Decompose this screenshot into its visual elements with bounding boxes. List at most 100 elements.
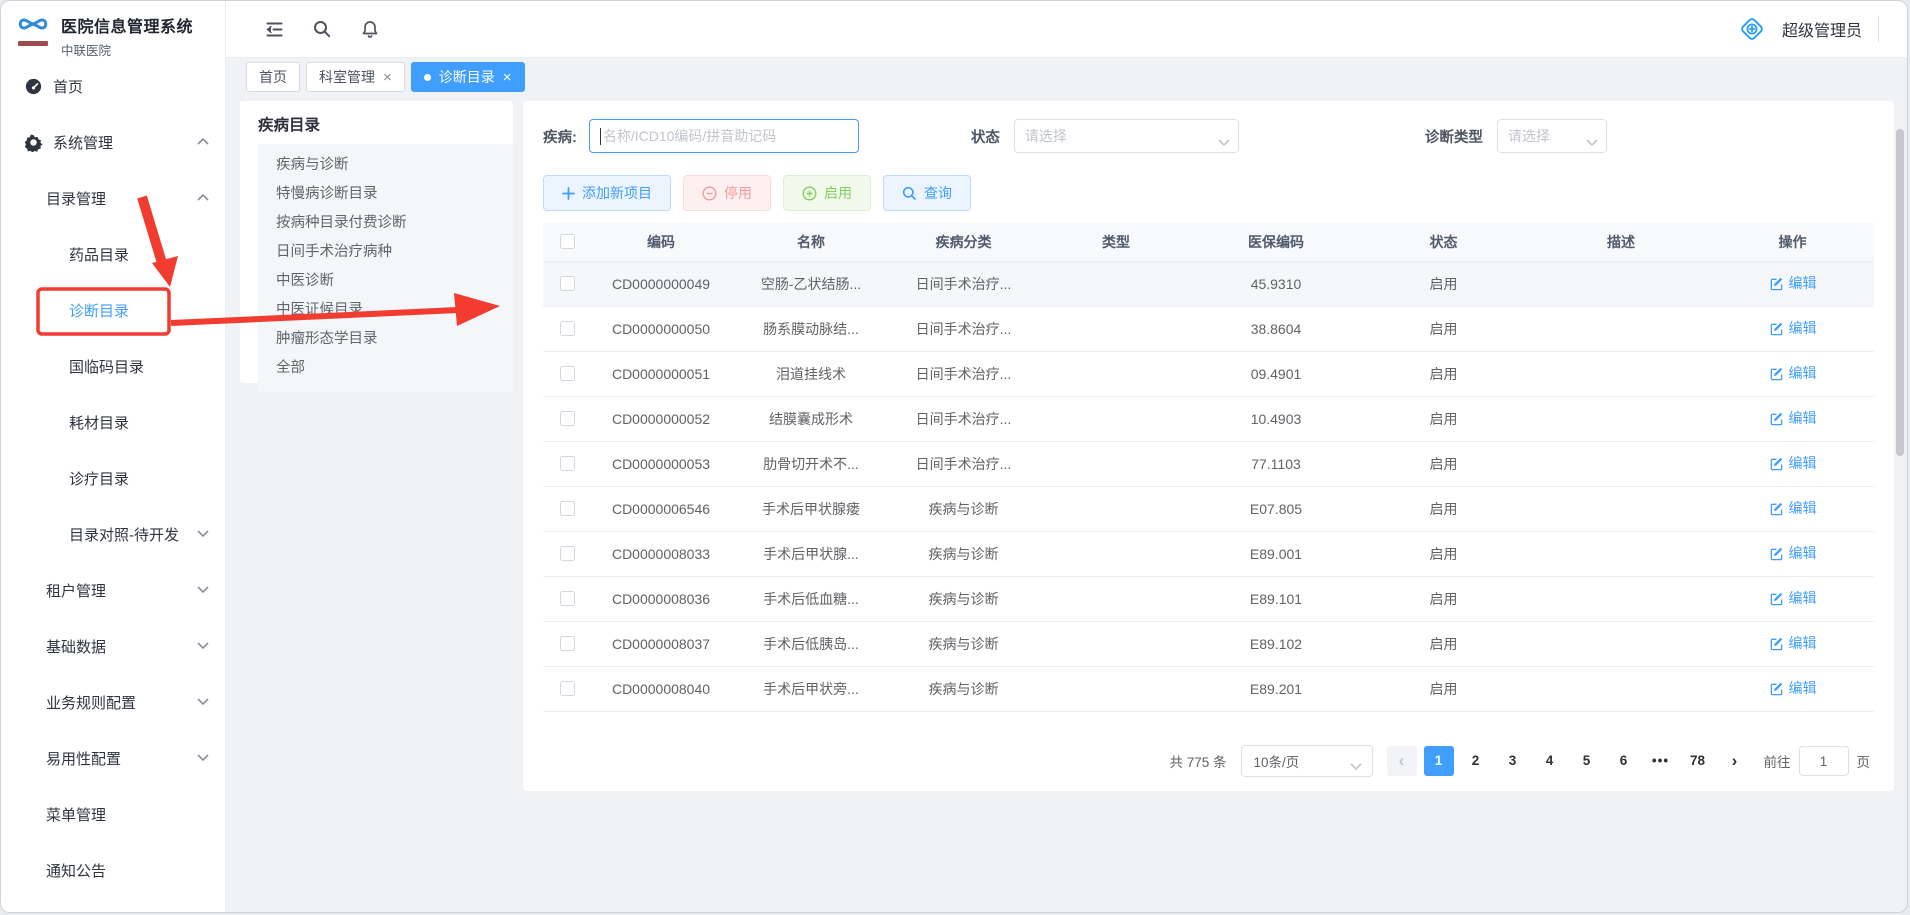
tab-1[interactable]: 科室管理×	[306, 62, 405, 92]
search-icon[interactable]	[302, 9, 342, 49]
sidebar-item-5[interactable]: 国临码目录	[1, 338, 225, 394]
edit-button[interactable]: 编辑	[1769, 543, 1817, 563]
add-item-button[interactable]: 添加新项目	[543, 175, 671, 211]
vertical-scrollbar[interactable]	[1896, 129, 1904, 456]
disease-catalog-panel: 疾病目录 疾病与诊断特慢病诊断目录按病种目录付费诊断日间手术治疗病种中医诊断中医…	[240, 101, 513, 383]
sidebar-item-10[interactable]: 基础数据	[1, 618, 225, 674]
close-icon[interactable]: ×	[383, 70, 392, 85]
sidebar-item-1[interactable]: 系统管理	[1, 114, 225, 170]
sidebar-item-13[interactable]: 菜单管理	[1, 786, 225, 842]
cell-category: 日间手术治疗...	[891, 351, 1036, 396]
sidebar-item-7[interactable]: 诊疗目录	[1, 450, 225, 506]
table-row-6: CD0000008033手术后甲状腺...疾病与诊断E89.001启用编辑	[543, 531, 1874, 576]
sidebar-item-14[interactable]: 通知公告	[1, 842, 225, 898]
more-pages-icon[interactable]: •••	[1646, 746, 1676, 776]
page-button-1[interactable]: 1	[1424, 746, 1454, 776]
diagnosis-table: 编码 名称 疾病分类 类型 医保编码 状态 描述 操作 CD0000000049…	[543, 223, 1874, 712]
page-button-3[interactable]: 3	[1498, 746, 1528, 776]
catalog-item-5[interactable]: 中医证候目录	[258, 296, 513, 325]
row-checkbox[interactable]	[560, 411, 575, 426]
cell-code: CD0000008033	[591, 531, 731, 576]
sidebar-item-9[interactable]: 租户管理	[1, 562, 225, 618]
cell-type	[1036, 351, 1196, 396]
row-checkbox[interactable]	[560, 636, 575, 651]
edit-button[interactable]: 编辑	[1769, 588, 1817, 608]
user-name[interactable]: 超级管理员	[1782, 17, 1862, 41]
cell-description	[1531, 351, 1711, 396]
sidebar-item-3[interactable]: 药品目录	[1, 226, 225, 282]
select-all-checkbox[interactable]	[560, 234, 575, 249]
edit-button[interactable]: 编辑	[1769, 633, 1817, 653]
sidebar-item-8[interactable]: 目录对照-待开发	[1, 506, 225, 562]
cell-category: 日间手术治疗...	[891, 396, 1036, 441]
catalog-item-6[interactable]: 肿瘤形态学目录	[258, 325, 513, 354]
cell-status: 启用	[1356, 306, 1531, 351]
cell-type	[1036, 666, 1196, 711]
goto-page-input[interactable]	[1799, 746, 1849, 776]
row-checkbox[interactable]	[560, 456, 575, 471]
col-header-status: 状态	[1356, 223, 1531, 261]
edit-label: 编辑	[1789, 363, 1817, 383]
sidebar-item-2[interactable]: 目录管理	[1, 170, 225, 226]
catalog-item-1[interactable]: 特慢病诊断目录	[258, 180, 513, 209]
cell-type	[1036, 441, 1196, 486]
edit-button[interactable]: 编辑	[1769, 318, 1817, 338]
edit-button[interactable]: 编辑	[1769, 408, 1817, 428]
collapse-sidebar-icon[interactable]	[254, 9, 294, 49]
page-size-select[interactable]: 10条/页	[1241, 745, 1373, 777]
edit-button[interactable]: 编辑	[1769, 453, 1817, 473]
cell-description	[1531, 396, 1711, 441]
goto-label: 前往	[1764, 751, 1791, 771]
tab-0[interactable]: 首页	[246, 62, 300, 92]
col-header-type: 类型	[1036, 223, 1196, 261]
edit-button[interactable]: 编辑	[1769, 363, 1817, 383]
row-checkbox[interactable]	[560, 501, 575, 516]
row-checkbox[interactable]	[560, 591, 575, 606]
tab-2[interactable]: 诊断目录×	[411, 62, 525, 92]
chevron-down-icon	[197, 586, 209, 593]
sidebar-item-11[interactable]: 业务规则配置	[1, 674, 225, 730]
disease-search-input[interactable]: 名称/ICD10编码/拼音助记码	[589, 119, 859, 153]
row-checkbox[interactable]	[560, 546, 575, 561]
page-button-4[interactable]: 4	[1535, 746, 1565, 776]
cell-insurance-code: E07.805	[1196, 486, 1356, 531]
plus-circle-icon	[802, 186, 817, 201]
cell-insurance-code: E89.201	[1196, 666, 1356, 711]
page-button-2[interactable]: 2	[1461, 746, 1491, 776]
edit-button[interactable]: 编辑	[1769, 678, 1817, 698]
page-button-78[interactable]: 78	[1683, 746, 1713, 776]
diagnosis-type-select[interactable]: 请选择	[1497, 119, 1607, 153]
next-page-button[interactable]: ›	[1720, 746, 1750, 776]
user-avatar-icon[interactable]	[1732, 9, 1772, 49]
row-checkbox[interactable]	[560, 681, 575, 696]
row-checkbox[interactable]	[560, 321, 575, 336]
cell-type	[1036, 306, 1196, 351]
status-select[interactable]: 请选择	[1014, 119, 1239, 153]
sidebar-item-0[interactable]: 首页	[1, 58, 225, 114]
edit-icon	[1769, 321, 1784, 336]
prev-page-button[interactable]: ‹	[1387, 746, 1417, 776]
enable-button[interactable]: 启用	[783, 175, 871, 211]
cell-status: 启用	[1356, 576, 1531, 621]
row-checkbox[interactable]	[560, 366, 575, 381]
catalog-item-2[interactable]: 按病种目录付费诊断	[258, 209, 513, 238]
bell-icon[interactable]	[350, 9, 390, 49]
catalog-item-0[interactable]: 疾病与诊断	[258, 151, 513, 180]
catalog-item-3[interactable]: 日间手术治疗病种	[258, 238, 513, 267]
sidebar-item-4[interactable]: 诊断目录	[1, 282, 225, 338]
close-icon[interactable]: ×	[503, 70, 512, 85]
catalog-item-4[interactable]: 中医诊断	[258, 267, 513, 296]
edit-button[interactable]: 编辑	[1769, 498, 1817, 518]
catalog-item-7[interactable]: 全部	[258, 354, 513, 383]
logo-area: 医院信息管理系统 中联医院	[1, 1, 225, 58]
page-button-5[interactable]: 5	[1572, 746, 1602, 776]
page-button-6[interactable]: 6	[1609, 746, 1639, 776]
cell-code: CD0000000050	[591, 306, 731, 351]
edit-button[interactable]: 编辑	[1769, 273, 1817, 293]
cell-insurance-code: E89.102	[1196, 621, 1356, 666]
disable-button[interactable]: 停用	[683, 175, 771, 211]
query-button[interactable]: 查询	[883, 175, 971, 211]
sidebar-item-6[interactable]: 耗材目录	[1, 394, 225, 450]
row-checkbox[interactable]	[560, 276, 575, 291]
sidebar-item-12[interactable]: 易用性配置	[1, 730, 225, 786]
